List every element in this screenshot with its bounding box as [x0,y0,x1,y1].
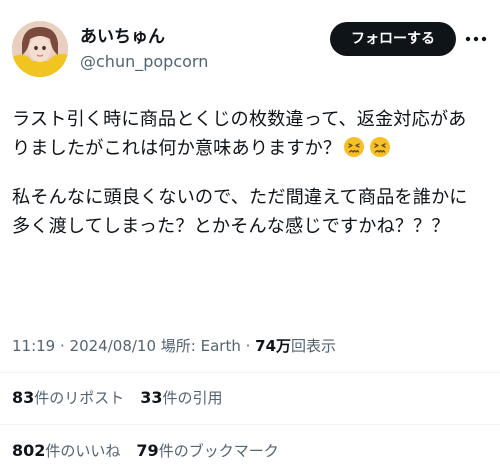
tweet-meta: 11:19 · 2024/08/10 場所: Earth · 74万回表示 [12,336,336,356]
quotes-count: 33 [140,388,163,407]
tweet-text-line: ラスト引く時に商品とくじの枚数違って、返金対応がありましたがこれは何か意味ありま… [12,109,467,159]
reposts-count: 83 [12,388,35,407]
confounded-face-emoji-icon [344,137,365,157]
confounded-face-emoji-icon [370,137,391,157]
bookmarks-count: 79 [136,441,159,460]
tweet-paragraph: ラスト引く時に商品とくじの枚数違って、返金対応がありましたがこれは何か意味ありま… [12,105,482,163]
views-label: 回表示 [291,337,337,355]
tweet-date[interactable]: 2024/08/10 [70,337,156,355]
stats-row-reposts: 83件のリポスト 33件の引用 [12,388,239,408]
location-label: 場所: [160,337,201,355]
avatar[interactable] [12,21,68,77]
likes-stat[interactable]: 802件のいいね [12,441,121,460]
ellipsis-icon[interactable] [462,27,490,51]
tweet-text-line: 私そんなに頭良くないので、ただ間違えて商品を誰かに多く渡してしまった？とかそんな… [12,187,468,237]
likes-label: 件のいいね [45,442,121,460]
follow-button[interactable]: フォローする [330,22,456,56]
bookmarks-label: 件のブックマーク [158,442,279,460]
avatar-image [12,21,68,77]
reposts-stat[interactable]: 83件のリポスト [12,388,125,407]
reposts-label: 件のリポスト [34,389,125,407]
stats-row-likes: 802件のいいね 79件のブックマーク [12,441,295,461]
quotes-stat[interactable]: 33件の引用 [140,388,223,407]
tweet-paragraph: 私そんなに頭良くないので、ただ間違えて商品を誰かに多く渡してしまった？とかそんな… [12,183,482,241]
tweet-time[interactable]: 11:19 [12,337,55,355]
display-name[interactable]: あいちゅん [80,26,165,48]
meta-separator: · [55,337,70,355]
user-handle[interactable]: @chun_popcorn [80,52,208,72]
divider [0,424,500,425]
bookmarks-stat[interactable]: 79件のブックマーク [136,441,279,460]
tweet-body: ラスト引く時に商品とくじの枚数違って、返金対応がありましたがこれは何か意味ありま… [12,105,482,261]
tweet-header: あいちゅん @chun_popcorn フォローする [0,0,500,96]
tweet-location: Earth [200,337,241,355]
quotes-label: 件の引用 [162,389,223,407]
likes-count: 802 [12,441,46,460]
views-count: 74万 [255,337,292,355]
meta-separator: · [240,337,256,355]
divider [0,372,500,373]
